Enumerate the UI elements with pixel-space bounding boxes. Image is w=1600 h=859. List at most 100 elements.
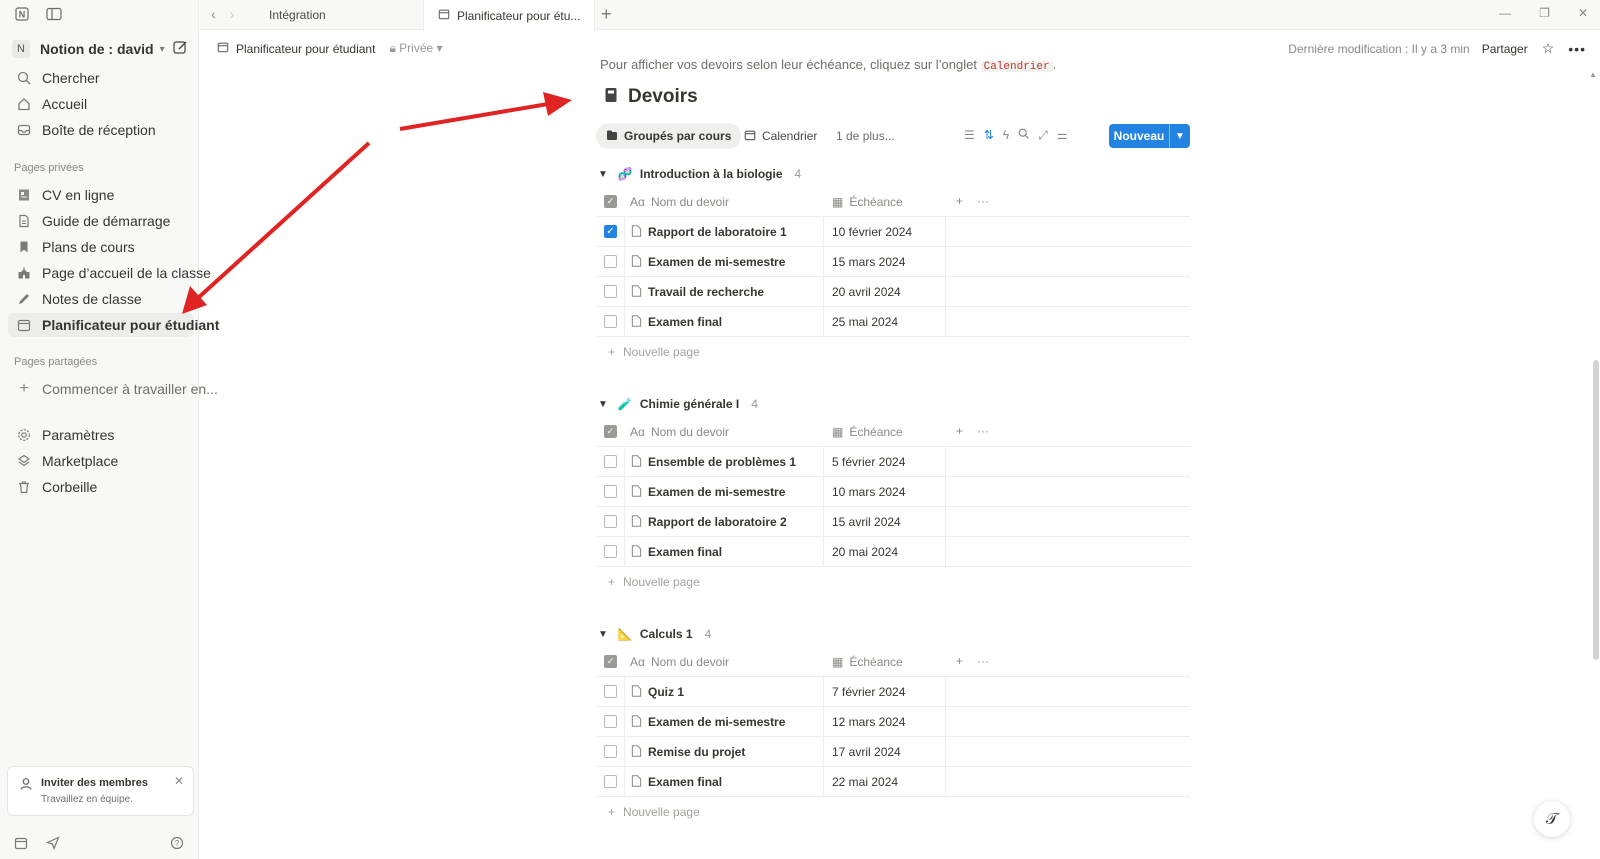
- due-date-cell[interactable]: 10 février 2024: [824, 217, 946, 247]
- assignment-name-cell[interactable]: Quiz 1: [624, 677, 824, 707]
- row-checkbox[interactable]: [604, 285, 617, 298]
- notion-ai-icon[interactable]: 𝒯: [1534, 801, 1570, 837]
- row-checkbox[interactable]: [604, 685, 617, 698]
- expand-icon[interactable]: ⤢: [1038, 128, 1048, 143]
- column-header-name[interactable]: Aα Nom du devoir: [624, 187, 824, 217]
- sidebar-item-trash[interactable]: Corbeille: [8, 475, 193, 499]
- row-checkbox[interactable]: [604, 485, 617, 498]
- sidebar-item-marketplace[interactable]: Marketplace: [8, 449, 193, 473]
- sidebar-item-class-notes[interactable]: Notes de classe: [8, 287, 193, 311]
- table-row[interactable]: Examen final 25 mai 2024: [596, 307, 1190, 337]
- due-date-cell[interactable]: 17 avril 2024: [824, 737, 946, 767]
- due-date-cell[interactable]: 25 mai 2024: [824, 307, 946, 337]
- due-date-cell[interactable]: 15 mars 2024: [824, 247, 946, 277]
- automation-icon[interactable]: ϟ: [1003, 128, 1009, 143]
- assignment-name-cell[interactable]: Examen final: [624, 767, 824, 797]
- table-row[interactable]: Examen de mi-semestre 12 mars 2024: [596, 707, 1190, 737]
- workspace-switcher[interactable]: N Notion de : david ▾: [12, 38, 188, 60]
- tab-student-planner[interactable]: Planificateur pour étu...: [423, 0, 595, 31]
- send-icon[interactable]: [45, 836, 60, 853]
- chevron-down-icon[interactable]: ▼: [1169, 124, 1190, 148]
- more-options-icon[interactable]: ···: [977, 194, 989, 208]
- scrollbar[interactable]: [1592, 360, 1600, 660]
- sidebar-item-student-planner[interactable]: Planificateur pour étudiant: [8, 313, 219, 337]
- scroll-up-arrow-icon[interactable]: ▲: [1589, 70, 1597, 79]
- breadcrumb-page[interactable]: Planificateur pour étudiant: [236, 42, 375, 56]
- assignment-name-cell[interactable]: Examen de mi-semestre: [624, 477, 824, 507]
- due-date-cell[interactable]: 20 mai 2024: [824, 537, 946, 567]
- row-checkbox[interactable]: [604, 515, 617, 528]
- scrollbar-thumb[interactable]: [1593, 360, 1599, 660]
- privacy-selector[interactable]: 🔒︎ Privée ▾: [389, 41, 442, 56]
- column-header-due[interactable]: ▦ Échéance: [824, 647, 946, 677]
- row-checkbox[interactable]: [604, 255, 617, 268]
- group-header[interactable]: ▼ 🧪 Chimie générale I 4: [596, 397, 758, 411]
- sidebar-item-plans[interactable]: Plans de cours: [8, 235, 193, 259]
- collapse-triangle-icon[interactable]: ▼: [598, 399, 608, 410]
- table-row[interactable]: Examen de mi-semestre 10 mars 2024: [596, 477, 1190, 507]
- row-checkbox[interactable]: [604, 715, 617, 728]
- sidebar-item-search[interactable]: Chercher: [8, 66, 193, 90]
- collapse-triangle-icon[interactable]: ▼: [598, 629, 608, 640]
- table-row[interactable]: Travail de recherche 20 avril 2024: [596, 277, 1190, 307]
- table-row[interactable]: Examen final 22 mai 2024: [596, 767, 1190, 797]
- tab-integration[interactable]: Intégration: [255, 0, 423, 30]
- assignment-name-cell[interactable]: Ensemble de problèmes 1: [624, 447, 824, 477]
- select-all-checkbox[interactable]: ✓: [604, 425, 617, 438]
- add-column-plus-icon[interactable]: +: [956, 194, 963, 208]
- due-date-cell[interactable]: 15 avril 2024: [824, 507, 946, 537]
- assignment-name-cell[interactable]: Examen de mi-semestre: [624, 707, 824, 737]
- table-row[interactable]: Quiz 1 7 février 2024: [596, 677, 1190, 707]
- search-icon[interactable]: [1018, 128, 1029, 143]
- filter-icon[interactable]: ☰: [964, 128, 975, 143]
- sort-icon[interactable]: ⇅: [984, 128, 994, 143]
- sidebar-item-start-working[interactable]: + Commencer à travailler en...: [8, 377, 218, 401]
- column-header-due[interactable]: ▦ Échéance: [824, 187, 946, 217]
- new-page-icon[interactable]: [173, 40, 188, 58]
- sidebar-item-home[interactable]: Accueil: [8, 92, 193, 116]
- share-button[interactable]: Partager: [1482, 42, 1528, 56]
- assignment-name-cell[interactable]: Travail de recherche: [624, 277, 824, 307]
- row-checkbox[interactable]: [604, 775, 617, 788]
- select-all-checkbox[interactable]: ✓: [604, 655, 617, 668]
- view-tab-more[interactable]: 1 de plus...: [836, 123, 895, 149]
- assignment-name-cell[interactable]: Rapport de laboratoire 2: [624, 507, 824, 537]
- new-tab-plus-icon[interactable]: +: [601, 4, 612, 25]
- table-row[interactable]: Examen final 20 mai 2024: [596, 537, 1190, 567]
- minimize-icon[interactable]: —: [1499, 6, 1511, 20]
- column-header-name[interactable]: Aα Nom du devoir: [624, 647, 824, 677]
- row-checkbox[interactable]: [604, 315, 617, 328]
- due-date-cell[interactable]: 10 mars 2024: [824, 477, 946, 507]
- row-checkbox[interactable]: [604, 455, 617, 468]
- due-date-cell[interactable]: 5 février 2024: [824, 447, 946, 477]
- sidebar-item-settings[interactable]: Paramètres: [8, 423, 193, 447]
- due-date-cell[interactable]: 20 avril 2024: [824, 277, 946, 307]
- back-arrow-icon[interactable]: ‹: [211, 6, 216, 22]
- new-entry-button[interactable]: Nouveau ▼: [1109, 124, 1190, 148]
- calendar-app-icon[interactable]: [14, 836, 28, 853]
- new-page-row[interactable]: + Nouvelle page: [596, 567, 1190, 597]
- group-header[interactable]: ▼ 🧬 Introduction à la biologie 4: [596, 167, 801, 181]
- assignment-name-cell[interactable]: Remise du projet: [624, 737, 824, 767]
- due-date-cell[interactable]: 12 mars 2024: [824, 707, 946, 737]
- sidebar-item-guide[interactable]: Guide de démarrage: [8, 209, 193, 233]
- table-row[interactable]: Examen de mi-semestre 15 mars 2024: [596, 247, 1190, 277]
- sidebar-item-class-home[interactable]: Page d’accueil de la classe: [8, 261, 211, 285]
- more-options-icon[interactable]: ···: [977, 654, 989, 668]
- invite-members-card[interactable]: Inviter des membres Travaillez en équipe…: [7, 766, 194, 816]
- sidebar-item-inbox[interactable]: Boîte de réception: [8, 118, 193, 142]
- due-date-cell[interactable]: 7 février 2024: [824, 677, 946, 707]
- notion-logo-icon[interactable]: N: [14, 6, 30, 22]
- assignment-name-cell[interactable]: Examen final: [624, 307, 824, 337]
- row-checkbox[interactable]: [604, 545, 617, 558]
- sidebar-item-cv[interactable]: CV en ligne: [8, 183, 193, 207]
- help-icon[interactable]: ?: [170, 836, 184, 853]
- more-options-icon[interactable]: •••: [1568, 41, 1586, 57]
- assignment-name-cell[interactable]: Examen de mi-semestre: [624, 247, 824, 277]
- row-checkbox[interactable]: ✓: [604, 225, 617, 238]
- forward-arrow-icon[interactable]: ›: [230, 6, 235, 22]
- settings-sliders-icon[interactable]: ⚌: [1057, 128, 1068, 143]
- assignment-name-cell[interactable]: Rapport de laboratoire 1: [624, 217, 824, 247]
- group-header[interactable]: ▼ 📐 Calculs 1 4: [596, 627, 711, 641]
- table-row[interactable]: Remise du projet 17 avril 2024: [596, 737, 1190, 767]
